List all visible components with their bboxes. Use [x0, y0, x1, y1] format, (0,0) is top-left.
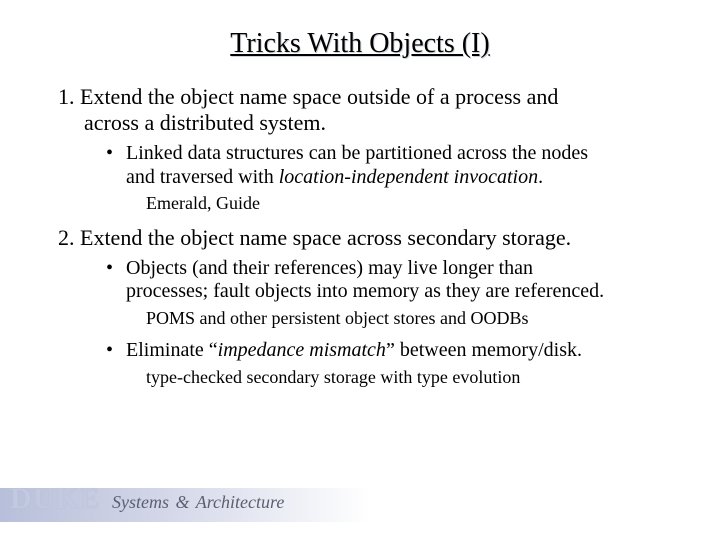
slide-body: 1. Extend the object name space outside … — [0, 60, 720, 389]
item2-bullet1: Objects (and their references) may live … — [106, 257, 675, 304]
footer-systems: Systems — [112, 492, 169, 512]
item1-bullet1-line2-post: . — [538, 166, 543, 188]
item2-note1: POMS and other persistent object stores … — [58, 308, 675, 330]
footer-amp: & — [174, 492, 192, 512]
item1-line2: across a distributed system. — [58, 110, 675, 136]
item2-bullet2-italic: impedance mismatch — [218, 339, 386, 361]
item1-note1: Emerald, Guide — [58, 193, 675, 215]
item1-number: 1. — [58, 84, 75, 109]
item2-subbullets-a: Objects (and their references) may live … — [58, 257, 675, 304]
item2-note2: type-checked secondary storage with type… — [58, 367, 675, 389]
footer: DUKE Systems & Architecture — [0, 488, 370, 522]
footer-arch: Architecture — [196, 492, 285, 512]
list-item-1: 1. Extend the object name space outside … — [58, 84, 675, 136]
item1-subbullets: Linked data structures can be partitione… — [58, 142, 675, 189]
item2-bullet1-line1: Objects (and their references) may live … — [126, 257, 533, 279]
item2-number: 2. — [58, 225, 75, 250]
item2-bullet2: Eliminate “impedance mismatch” between m… — [106, 339, 675, 363]
item2-bullet2-post: ” between memory/disk. — [386, 339, 582, 361]
item1-bullet1-line2-italic: location-independent invocation — [279, 166, 538, 188]
item1-bullet1: Linked data structures can be partitione… — [106, 142, 675, 189]
item1-bullet1-line1: Linked data structures can be partitione… — [126, 142, 588, 164]
item1-line1: Extend the object name space outside of … — [80, 84, 558, 109]
list-item-2: 2. Extend the object name space across s… — [58, 225, 675, 251]
item2-line1: Extend the object name space across seco… — [80, 225, 571, 250]
item2-subbullets-b: Eliminate “impedance mismatch” between m… — [58, 339, 675, 363]
slide-title: Tricks With Objects (I) — [0, 0, 720, 60]
item2-bullet1-line2: processes; fault objects into memory as … — [126, 280, 604, 302]
systems-architecture-text: Systems & Architecture — [112, 492, 284, 513]
duke-logo-text: DUKE — [10, 482, 101, 516]
slide: Tricks With Objects (I) 1. Extend the ob… — [0, 0, 720, 540]
item2-bullet2-pre: Eliminate “ — [126, 339, 218, 361]
item1-bullet1-line2-pre: and traversed with — [126, 166, 279, 188]
